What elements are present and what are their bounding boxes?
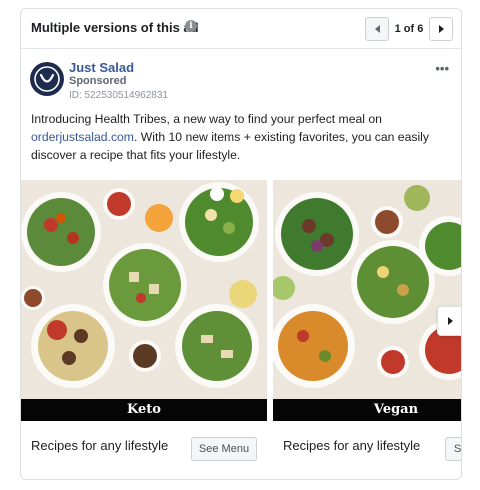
ad-body-text-start: Introducing Health Tribes, a new way to …	[31, 112, 382, 126]
keto-food-image	[21, 180, 267, 399]
ad-link[interactable]: orderjustsalad.com	[31, 130, 134, 144]
ad-card: Multiple versions of this ad i 1 of 6 Ju…	[20, 8, 462, 480]
see-menu-button[interactable]: See Menu	[445, 437, 461, 461]
slide-label-band: Keto	[21, 399, 267, 421]
just-salad-logo-icon	[34, 66, 60, 92]
ad-body-text: Introducing Health Tribes, a new way to …	[31, 110, 455, 164]
card-title: Multiple versions of this ad	[31, 20, 199, 35]
chevron-left-icon	[374, 25, 380, 33]
slide-caption: Recipes for any lifestyle	[31, 438, 169, 453]
pager-count: 1 of 6	[394, 23, 424, 35]
info-icon[interactable]: i	[185, 20, 197, 32]
version-pager: 1 of 6	[365, 17, 453, 41]
previous-version-button[interactable]	[365, 17, 389, 41]
see-menu-button[interactable]: See Menu	[191, 437, 257, 461]
carousel-next-button[interactable]	[437, 306, 461, 336]
card-header: Multiple versions of this ad i 1 of 6	[21, 9, 461, 49]
vegan-food-image	[273, 180, 461, 399]
chevron-right-icon	[438, 25, 444, 33]
carousel-card-vegan[interactable]: Vegan Recipes for any lifestyle See Menu	[273, 180, 461, 475]
carousel-card-keto[interactable]: Keto Recipes for any lifestyle See Menu	[21, 180, 267, 475]
advertiser-logo[interactable]	[30, 62, 64, 96]
slide-caption: Recipes for any lifestyle	[283, 438, 421, 453]
slide-label-band: Vegan	[273, 399, 461, 421]
sponsored-label: Sponsored	[69, 75, 127, 87]
next-version-button[interactable]	[429, 17, 453, 41]
ad-id: ID: 522530514962831	[69, 90, 168, 101]
advertiser-name[interactable]: Just Salad	[69, 60, 134, 75]
chevron-right-icon	[448, 317, 453, 325]
more-dots-icon[interactable]: •••	[435, 61, 449, 76]
